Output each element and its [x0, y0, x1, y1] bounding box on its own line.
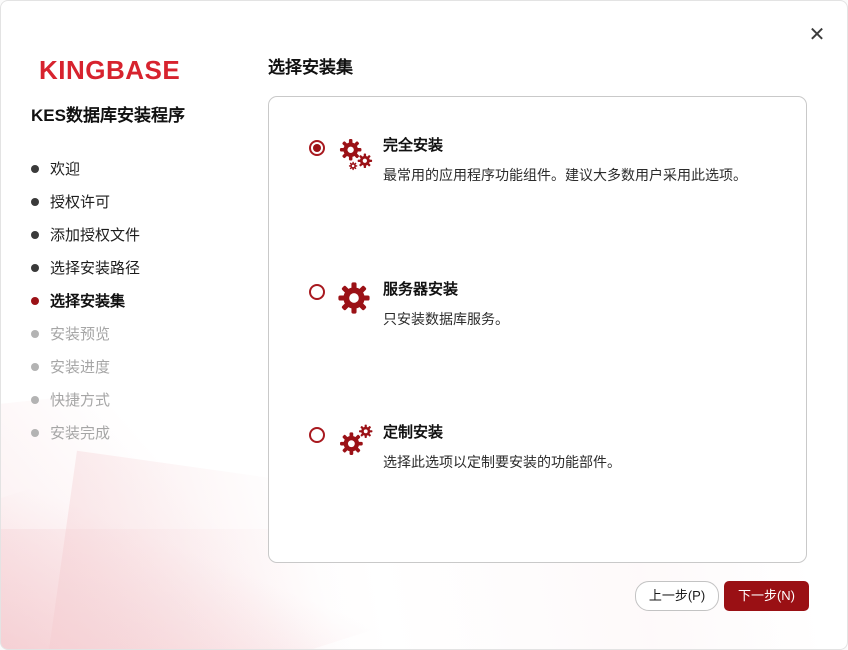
radio-server-install[interactable]	[309, 284, 325, 300]
sidebar: KINGBASE KES数据库安装程序 欢迎 授权许可 添加授权文件 选择安装路…	[31, 55, 256, 449]
next-button[interactable]: 下一步(N)	[724, 581, 809, 611]
option-title: 完全安装	[383, 137, 444, 154]
bullet-icon	[31, 329, 39, 338]
radio-custom-install[interactable]	[309, 427, 325, 443]
step-label: 添加授权文件	[50, 227, 141, 244]
step-label: 安装预览	[50, 326, 111, 343]
bullet-icon	[31, 263, 39, 272]
app-title: KES数据库安装程序	[31, 106, 185, 125]
option-title: 服务器安装	[383, 281, 459, 298]
bullet-icon	[31, 230, 39, 239]
step-install-set: 选择安装集	[31, 284, 256, 317]
step-install-path: 选择安装路径	[31, 251, 256, 284]
bullet-icon	[31, 197, 39, 206]
step-progress: 安装进度	[31, 350, 256, 383]
step-label: 授权许可	[50, 194, 111, 211]
bullet-icon	[31, 296, 39, 305]
kingbase-logo: KINGBASE	[39, 55, 181, 85]
step-preview: 安装预览	[31, 317, 256, 350]
option-description: 选择此选项以定制要安装的功能部件。	[383, 454, 621, 470]
step-label: 安装完成	[50, 425, 111, 442]
option-description: 最常用的应用程序功能组件。建议大多数用户采用此选项。	[383, 167, 747, 183]
bullet-icon	[31, 362, 39, 371]
step-label: 安装进度	[50, 359, 111, 376]
radio-full-install[interactable]	[309, 140, 325, 156]
step-shortcut: 快捷方式	[31, 383, 256, 416]
option-title: 定制安装	[383, 424, 444, 441]
install-steps-list: 欢迎 授权许可 添加授权文件 选择安装路径 选择安装集 安装预览 安装进度 快捷…	[31, 152, 256, 449]
step-welcome: 欢迎	[31, 152, 256, 185]
bullet-icon	[31, 395, 39, 404]
previous-button[interactable]: 上一步(P)	[635, 581, 719, 611]
step-label: 欢迎	[50, 161, 81, 178]
page-title: 选择安装集	[268, 58, 353, 77]
step-label: 选择安装集	[50, 293, 126, 310]
close-icon[interactable]: ✕	[805, 23, 829, 47]
step-finish: 安装完成	[31, 416, 256, 449]
step-label: 选择安装路径	[50, 260, 141, 277]
step-license-file: 添加授权文件	[31, 218, 256, 251]
option-server-install[interactable]: 服务器安装 只安装数据库服务。	[309, 281, 788, 329]
installer-window: ✕ KINGBASE KES数据库安装程序 欢迎 授权许可 添加授权文件 选择安…	[0, 0, 848, 650]
gears-cluster-icon	[337, 137, 381, 173]
gear-custom-icon	[337, 424, 381, 458]
bullet-icon	[31, 164, 39, 173]
gear-icon	[337, 281, 381, 315]
install-set-panel: 完全安装 最常用的应用程序功能组件。建议大多数用户采用此选项。 服务器安装 只安…	[268, 96, 807, 563]
step-label: 快捷方式	[50, 392, 111, 409]
bullet-icon	[31, 428, 39, 437]
option-custom-install[interactable]: 定制安装 选择此选项以定制要安装的功能部件。	[309, 424, 788, 472]
step-license: 授权许可	[31, 185, 256, 218]
option-full-install[interactable]: 完全安装 最常用的应用程序功能组件。建议大多数用户采用此选项。	[309, 137, 788, 185]
option-description: 只安装数据库服务。	[383, 311, 509, 327]
